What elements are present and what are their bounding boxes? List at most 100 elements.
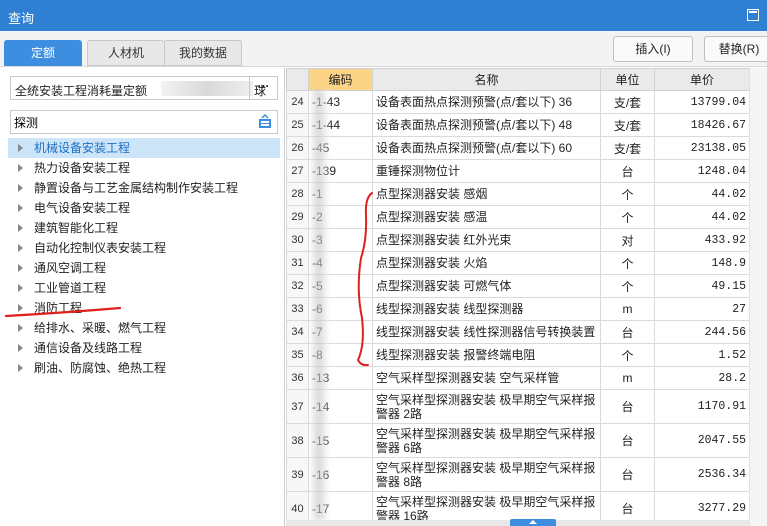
row-name: 线型探测器安装 报警终端电阻 (372, 343, 601, 367)
row-name: 设备表面热点探测预警(点/套以下) 36 (372, 90, 601, 114)
collapse-handle[interactable] (510, 519, 556, 526)
table-row[interactable]: 25-1-44设备表面热点探测预警(点/套以下) 48支/套18426.67 (286, 113, 750, 137)
row-price: 18426.67 (654, 113, 750, 137)
tree-item[interactable]: 静置设备与工艺金属结构制作安装工程 (8, 178, 280, 198)
vertical-scrollbar[interactable] (749, 68, 767, 526)
table-row[interactable]: 39-16空气采样型探测器安装 极早期空气采样报警器 8路台2536.34 (286, 457, 750, 492)
row-unit: 个 (600, 251, 655, 275)
table-row[interactable]: 37-14空气采样型探测器安装 极早期空气采样报警器 2路台1170.91 (286, 389, 750, 424)
row-name: 点型探测器安装 感烟 (372, 182, 601, 206)
search-input[interactable] (14, 114, 254, 130)
tree-item[interactable]: 建筑智能化工程 (8, 218, 280, 238)
expand-arrow-icon[interactable] (18, 364, 23, 372)
header-code[interactable]: 编码 (308, 68, 373, 91)
row-index: 39 (286, 457, 309, 492)
row-name: 线型探测器安装 线型探测器 (372, 297, 601, 321)
tree-item[interactable]: 刷油、防腐蚀、绝热工程 (8, 358, 280, 378)
row-name: 线型探测器安装 线性探测器信号转换装置 (372, 320, 601, 344)
expand-arrow-icon[interactable] (18, 344, 23, 352)
tree-item-label: 通风空调工程 (34, 261, 107, 275)
left-panel: 全统安装工程消耗量定额 球 ··· 机械设备安装工程热力设备安装工程静置设备与工… (0, 68, 285, 526)
tree-item[interactable]: 工业管道工程 (8, 278, 280, 298)
row-unit: 台 (600, 320, 655, 344)
row-unit: 台 (600, 457, 655, 492)
expand-arrow-icon[interactable] (18, 324, 23, 332)
table-row[interactable]: 24-1-43设备表面热点探测预警(点/套以下) 36支/套13799.04 (286, 90, 750, 114)
table-row[interactable]: 27-139重锤探测物位计台1248.04 (286, 159, 750, 183)
expand-arrow-icon[interactable] (18, 264, 23, 272)
row-index: 32 (286, 274, 309, 298)
table-row[interactable]: 31-4点型探测器安装 火焰个148.9 (286, 251, 750, 275)
table-row[interactable]: 30-3点型探测器安装 红外光束对433.92 (286, 228, 750, 252)
header-price[interactable]: 单价 (654, 68, 750, 91)
expand-arrow-icon[interactable] (18, 304, 23, 312)
row-index: 28 (286, 182, 309, 206)
expand-arrow-icon[interactable] (18, 164, 23, 172)
row-name: 设备表面热点探测预警(点/套以下) 48 (372, 113, 601, 137)
tree-item[interactable]: 通信设备及线路工程 (8, 338, 280, 358)
tree-item-label: 建筑智能化工程 (34, 221, 119, 235)
table-row[interactable]: 33-6线型探测器安装 线型探测器m27 (286, 297, 750, 321)
header-unit[interactable]: 单位 (600, 68, 655, 91)
quota-library-select[interactable]: 全统安装工程消耗量定额 球 ··· (10, 76, 278, 100)
tree-item[interactable]: 热力设备安装工程 (8, 158, 280, 178)
row-unit: 支/套 (600, 136, 655, 160)
table-row[interactable]: 32-5点型探测器安装 可燃气体个49.15 (286, 274, 750, 298)
tab-quota[interactable]: 定额 (4, 40, 82, 66)
insert-button[interactable]: 插入(I) (613, 36, 693, 62)
tab-my-data[interactable]: 我的数据 (164, 40, 242, 66)
row-price: 2047.55 (654, 423, 750, 458)
row-index: 35 (286, 343, 309, 367)
row-price: 244.56 (654, 320, 750, 344)
table-row[interactable]: 36-13空气采样型探测器安装 空气采样管m28.2 (286, 366, 750, 390)
expand-arrow-icon[interactable] (18, 284, 23, 292)
row-price: 49.15 (654, 274, 750, 298)
tree-item[interactable]: 通风空调工程 (8, 258, 280, 278)
row-price: 44.02 (654, 182, 750, 206)
table-row[interactable]: 35-8线型探测器安装 报警终端电阻个1.52 (286, 343, 750, 367)
row-index: 31 (286, 251, 309, 275)
row-name: 空气采样型探测器安装 极早期空气采样报警器 2路 (372, 389, 601, 424)
search-filter-icon[interactable] (258, 114, 272, 129)
table-row[interactable]: 29-2点型探测器安装 感温个44.02 (286, 205, 750, 229)
table-row[interactable]: 26-45设备表面热点探测预警(点/套以下) 60支/套23138.05 (286, 136, 750, 160)
expand-arrow-icon[interactable] (18, 184, 23, 192)
row-price: 28.2 (654, 366, 750, 390)
row-unit: m (600, 366, 655, 390)
header-index[interactable] (286, 68, 309, 91)
row-unit: 台 (600, 389, 655, 424)
header-name[interactable]: 名称 (372, 68, 601, 91)
row-index: 26 (286, 136, 309, 160)
minimize-icon[interactable] (747, 9, 759, 21)
search-field[interactable] (10, 110, 278, 134)
expand-arrow-icon[interactable] (18, 204, 23, 212)
tree-item-label: 自动化控制仪表安装工程 (34, 241, 167, 255)
row-price: 13799.04 (654, 90, 750, 114)
row-price: 2536.34 (654, 457, 750, 492)
table-row[interactable]: 28-1点型探测器安装 感烟个44.02 (286, 182, 750, 206)
row-price: 23138.05 (654, 136, 750, 160)
table-row[interactable]: 34-7线型探测器安装 线性探测器信号转换装置台244.56 (286, 320, 750, 344)
expand-arrow-icon[interactable] (18, 144, 23, 152)
row-unit: 支/套 (600, 113, 655, 137)
row-index: 36 (286, 366, 309, 390)
replace-button[interactable]: 替换(R) (704, 36, 767, 62)
tree-item[interactable]: 消防工程 (8, 298, 280, 318)
row-price: 1170.91 (654, 389, 750, 424)
row-index: 29 (286, 205, 309, 229)
tree-item[interactable]: 给排水、采暖、燃气工程 (8, 318, 280, 338)
row-unit: 个 (600, 274, 655, 298)
tree-item[interactable]: 机械设备安装工程 (8, 138, 280, 158)
expand-arrow-icon[interactable] (18, 224, 23, 232)
row-name: 重锤探测物位计 (372, 159, 601, 183)
tree-item[interactable]: 电气设备安装工程 (8, 198, 280, 218)
expand-arrow-icon[interactable] (18, 244, 23, 252)
tab-labor-material-machine[interactable]: 人材机 (87, 40, 165, 66)
row-index: 24 (286, 90, 309, 114)
row-name: 空气采样型探测器安装 极早期空气采样报警器 6路 (372, 423, 601, 458)
row-unit: 对 (600, 228, 655, 252)
table-row[interactable]: 38-15空气采样型探测器安装 极早期空气采样报警器 6路台2047.55 (286, 423, 750, 458)
more-button[interactable]: ··· (249, 77, 277, 99)
tree-item[interactable]: 自动化控制仪表安装工程 (8, 238, 280, 258)
tree-item-label: 热力设备安装工程 (34, 161, 131, 175)
